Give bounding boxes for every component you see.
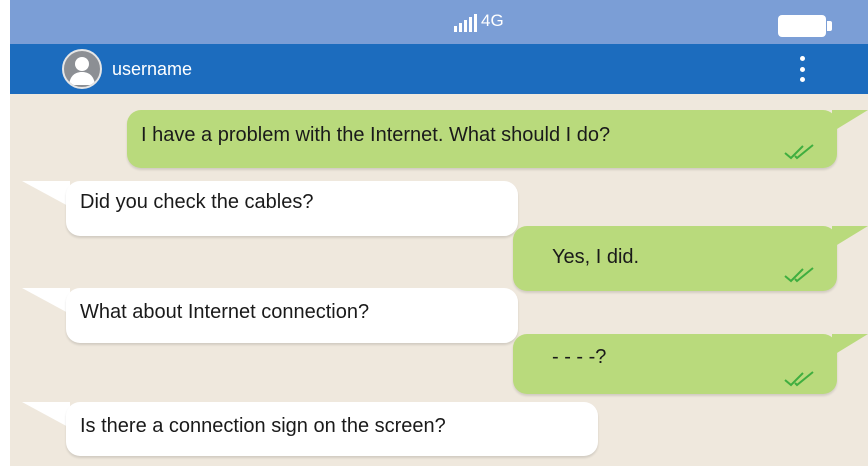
message-bubble-incoming[interactable]: Is there a connection sign on the screen…: [66, 402, 598, 456]
bubble-tail: [832, 334, 868, 356]
message-bubble-incoming[interactable]: What about Internet connection?: [66, 288, 518, 343]
double-check-icon: [784, 371, 814, 387]
bubble-tail: [832, 110, 868, 132]
message-bubble-outgoing[interactable]: Yes, I did.: [513, 226, 837, 291]
message-bubble-outgoing[interactable]: I have a problem with the Internet. What…: [127, 110, 837, 168]
chat-header: username: [10, 44, 868, 94]
bubble-tail: [22, 402, 70, 428]
status-bar: 4G: [10, 0, 868, 44]
bubble-tail: [832, 226, 868, 248]
double-check-icon: [784, 144, 814, 160]
message-text: Did you check the cables?: [80, 191, 314, 213]
bubble-tail: [22, 288, 70, 314]
username-label[interactable]: username: [112, 59, 192, 80]
message-text: What about Internet connection?: [80, 301, 370, 323]
battery-icon: [778, 15, 832, 37]
bubble-tail: [22, 181, 70, 207]
double-check-icon: [784, 267, 814, 283]
message-text: Yes, I did.: [552, 246, 640, 268]
message-text: - - - -?: [552, 346, 607, 368]
network-type-label: 4G: [481, 11, 504, 30]
message-text: Is there a connection sign on the screen…: [80, 415, 446, 437]
kebab-menu-icon[interactable]: [790, 54, 814, 84]
message-bubble-incoming[interactable]: Did you check the cables?: [66, 181, 518, 236]
message-text: I have a problem with the Internet. What…: [141, 124, 611, 146]
message-bubble-outgoing[interactable]: - - - -?: [513, 334, 837, 394]
signal-bars-icon: [454, 14, 477, 32]
phone-screen: 4G username I have a problem with the In…: [10, 0, 868, 466]
user-avatar-icon[interactable]: [62, 49, 102, 89]
